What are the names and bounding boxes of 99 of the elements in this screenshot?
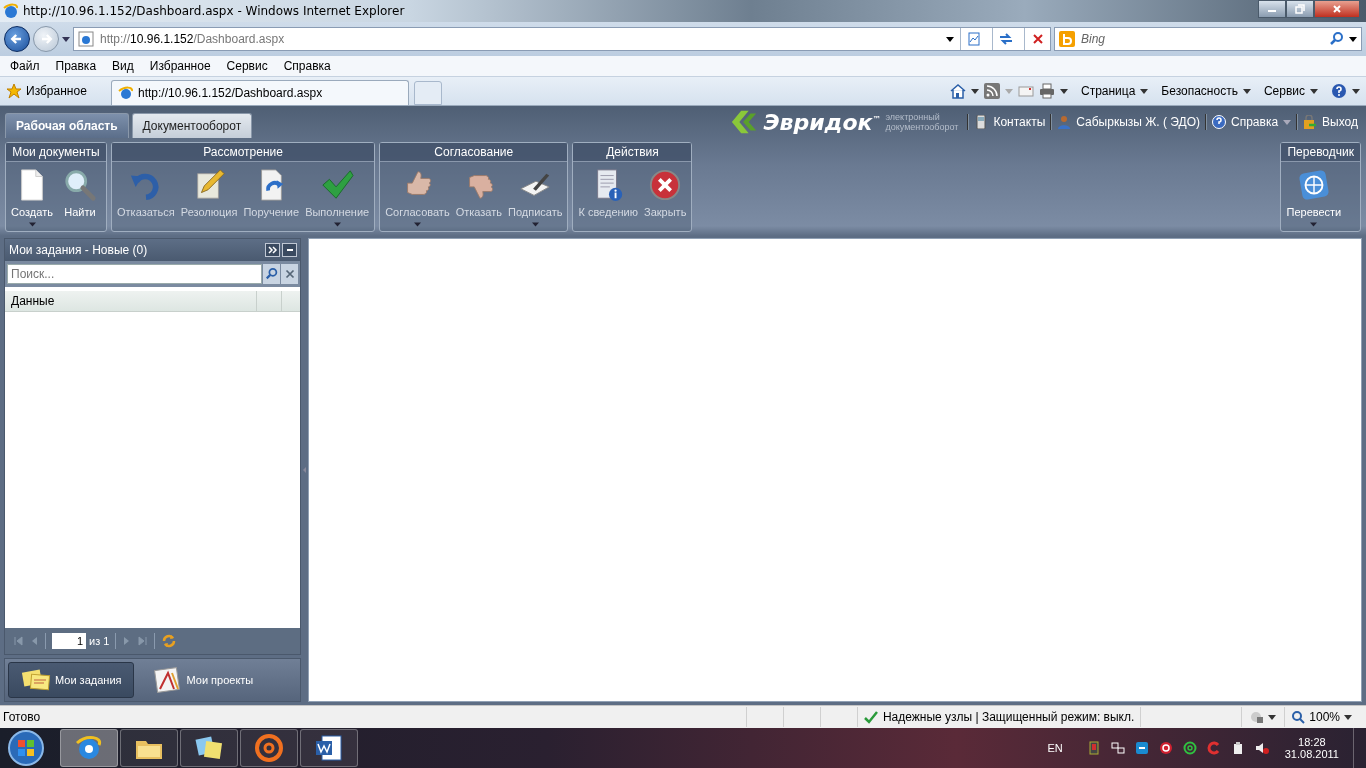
window-title: http://10.96.1.152/Dashboard.aspx - Windows Internet Explorer	[23, 4, 405, 18]
address-bar[interactable]: http://10.96.1.152/Dashboard.aspx	[73, 27, 1051, 51]
favorites-button[interactable]: Избранное	[6, 83, 106, 99]
zoom-level[interactable]: 100%	[1309, 710, 1340, 724]
tab[interactable]: Рабочая область	[5, 113, 129, 138]
back-button[interactable]	[4, 26, 30, 52]
help-icon[interactable]	[1331, 83, 1347, 99]
nav-button[interactable]: Мои задания	[8, 662, 135, 698]
toolbar-button[interactable]: Создать	[8, 164, 56, 229]
start-button[interactable]	[6, 728, 46, 768]
tray-icon[interactable]	[1134, 741, 1149, 755]
arrow-icon	[303, 467, 306, 473]
caret-icon[interactable]	[1344, 714, 1352, 720]
tab[interactable]: Документооборот	[131, 113, 253, 138]
browser-tab[interactable]: http://10.96.1.152/Dashboard.aspx	[111, 80, 409, 105]
globe-lock-icon[interactable]	[1250, 710, 1265, 724]
mute-icon[interactable]	[1254, 741, 1269, 755]
caret-icon[interactable]	[970, 88, 979, 94]
caret-icon[interactable]	[1310, 88, 1318, 94]
restore-icon	[1295, 4, 1305, 14]
command-menu[interactable]: Безопасность	[1161, 84, 1238, 98]
menu-item[interactable]: Правка	[47, 59, 105, 73]
security-zone[interactable]: Надежные узлы | Защищенный режим: выкл.	[882, 710, 1135, 724]
caret-icon[interactable]	[1349, 36, 1357, 42]
collapse-button[interactable]	[282, 243, 297, 257]
header-link[interactable]: Сабыркызы Ж. ( ЭДО)	[1076, 115, 1200, 129]
logo-text: Эвридок$^{™}$	[763, 109, 881, 135]
clear-button[interactable]	[281, 264, 298, 284]
header-link[interactable]: Выход	[1322, 115, 1358, 129]
help-icon[interactable]	[1212, 115, 1226, 129]
menu-item[interactable]: Сервис	[218, 59, 276, 73]
caret-icon[interactable]	[1268, 714, 1277, 720]
menu-item[interactable]: Файл	[2, 59, 48, 73]
checkmark-icon	[320, 168, 355, 202]
caret-icon[interactable]	[1352, 88, 1360, 94]
caret-icon[interactable]	[62, 36, 70, 42]
checkmark-icon	[863, 710, 878, 724]
sticky-notes-icon	[21, 667, 51, 693]
panel-title: Мои задания - Новые (0)	[9, 243, 149, 257]
page-field[interactable]: 1	[52, 633, 86, 649]
drawing-icon	[152, 667, 183, 693]
taskbar-app[interactable]	[120, 729, 178, 767]
status-text: Готово	[3, 710, 41, 724]
double-chevron-icon	[267, 245, 278, 255]
group-title: Мои документы	[6, 143, 106, 162]
toolbar-button[interactable]: Найти	[56, 164, 104, 229]
network-icon[interactable]	[1110, 741, 1125, 755]
caret-icon[interactable]	[1242, 88, 1251, 94]
search-box[interactable]: Bing	[1054, 27, 1362, 51]
taskbar-app[interactable]	[180, 729, 238, 767]
clock-date[interactable]: 31.08.2011	[1284, 748, 1339, 760]
group-title: Рассмотрение	[112, 143, 375, 162]
search-field[interactable]: Поиск...	[7, 264, 262, 284]
page-icon	[78, 31, 94, 47]
search-icon	[63, 168, 97, 202]
restore-button[interactable]	[1286, 0, 1314, 18]
phone-icon[interactable]	[974, 115, 989, 129]
caret-icon[interactable]	[946, 36, 954, 42]
home-icon[interactable]	[949, 83, 966, 99]
language-indicator[interactable]: EN	[1047, 742, 1063, 754]
expand-button[interactable]	[265, 243, 280, 257]
taskbar-app[interactable]	[300, 729, 358, 767]
close-icon	[648, 168, 683, 202]
minimize-button[interactable]	[1258, 0, 1286, 18]
star-icon	[6, 83, 22, 99]
group-title: Действия	[573, 143, 692, 162]
command-menu[interactable]: Сервис	[1263, 84, 1305, 98]
group-title: Переводчик	[1281, 143, 1360, 162]
tagline: электронный документооборот	[885, 112, 959, 132]
tray-icon[interactable]	[1158, 741, 1173, 755]
nav-button[interactable]: Мои проекты	[140, 662, 266, 698]
header-link[interactable]: Контакты	[993, 115, 1046, 129]
refresh-icon	[997, 31, 1014, 47]
command-menu[interactable]: Страница	[1080, 84, 1136, 98]
close-button[interactable]	[1314, 0, 1360, 18]
ie-icon	[118, 85, 134, 101]
word-icon	[314, 733, 344, 763]
group-title: Согласование	[380, 143, 568, 162]
page-total: из 1	[89, 635, 110, 647]
menu-item[interactable]: Справка	[275, 59, 339, 73]
feed-icon[interactable]	[983, 83, 1000, 99]
lock-icon[interactable]	[1303, 115, 1318, 129]
caret-icon[interactable]	[1059, 88, 1068, 94]
printer-icon[interactable]	[1038, 83, 1055, 99]
broken-page-icon	[965, 31, 982, 47]
menu-item[interactable]: Вид	[104, 59, 142, 73]
toolbar-button[interactable]: Перевести	[1283, 164, 1345, 229]
bing-icon	[1059, 31, 1075, 47]
header-link[interactable]: Справка	[1231, 115, 1279, 129]
zoom-icon[interactable]	[1291, 710, 1306, 724]
search-button[interactable]	[263, 264, 280, 284]
url-text[interactable]: http://10.96.1.152/Dashboard.aspx	[100, 32, 285, 46]
caret-icon[interactable]	[1140, 88, 1149, 94]
search-icon[interactable]	[1329, 31, 1345, 47]
ie-icon	[3, 3, 19, 19]
close-icon	[1332, 4, 1342, 14]
search-icon	[264, 267, 279, 281]
menu-item[interactable]: Избранное	[141, 59, 219, 73]
clock-time[interactable]: 18:28	[1298, 736, 1326, 748]
